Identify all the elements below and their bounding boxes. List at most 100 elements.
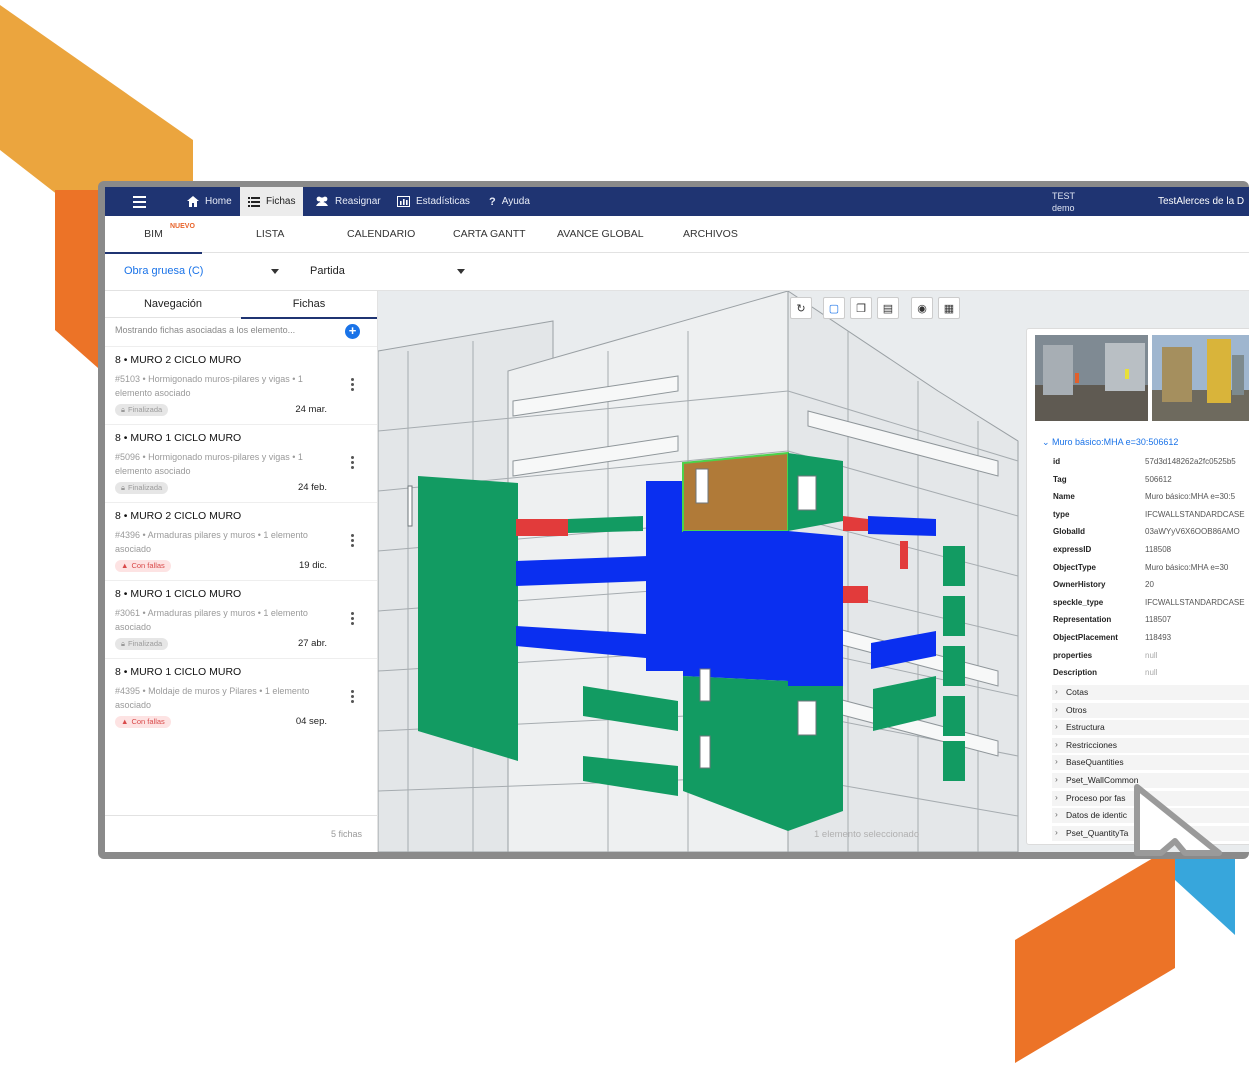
nav-fichas[interactable]: Fichas (240, 187, 304, 216)
property-value: 118507 (1145, 615, 1172, 625)
chevron-right-icon: › (1055, 756, 1058, 767)
element-title[interactable]: ⌄ Muro básico:MHA e=30:506612 (1042, 437, 1178, 448)
property-group[interactable]: › Restricciones (1052, 737, 1249, 753)
property-key: Tag (1053, 474, 1067, 484)
property-key: OwnerHistory (1053, 580, 1106, 590)
property-row: ObjectPlacement 118493 (1053, 630, 1249, 647)
ficha-title: 8 • MURO 1 CICLO MURO (115, 588, 242, 600)
property-group-label: BaseQuantities (1066, 757, 1124, 768)
nav-estadisticas[interactable]: Estadísticas (397, 187, 470, 216)
ficha-description: #4396 • Armaduras pilares y muros • 1 el… (115, 530, 308, 554)
chevron-right-icon: › (1055, 791, 1058, 802)
ficha-date: 24 feb. (297, 482, 327, 493)
more-options-icon[interactable] (351, 456, 354, 471)
section-icon[interactable]: ▤ (877, 297, 899, 319)
lock-icon: 🔒︎ (121, 483, 125, 492)
ficha-date: 04 sep. (295, 716, 327, 727)
status-label: Con fallas (131, 561, 165, 570)
nav-home[interactable]: Home (187, 187, 232, 216)
tab-carta-gantt[interactable]: CARTA GANTT (453, 216, 526, 252)
property-value: 118508 (1145, 545, 1172, 554)
hide-eye-icon[interactable]: ◉ (911, 297, 933, 319)
ficha-description: #3061 • Armaduras pilares y muros • 1 el… (115, 608, 308, 632)
add-ficha-button[interactable]: + (345, 324, 360, 339)
more-options-icon[interactable] (351, 378, 354, 393)
status-label: Finalizada (128, 405, 163, 414)
ficha-card[interactable]: 8 • MURO 1 CICLO MURO #3061 • Armaduras p… (105, 580, 377, 659)
ficha-card[interactable]: 8 • MURO 2 CICLO MURO #5103 • Hormigonado… (105, 346, 377, 425)
more-options-icon[interactable] (351, 534, 354, 549)
property-value: 20 (1145, 580, 1154, 590)
tab-lista[interactable]: LISTA (256, 216, 284, 252)
ficha-description: #4395 • Moldaje de muros y Pilares • 1 e… (115, 686, 310, 710)
ficha-card[interactable]: 8 • MURO 1 CICLO MURO #5096 • Hormigonado… (105, 424, 377, 503)
tab-avance-global[interactable]: AVANCE GLOBAL (557, 216, 644, 252)
property-row: Description null (1053, 665, 1249, 682)
ficha-date: 24 mar. (295, 404, 327, 415)
property-group[interactable]: › Cotas (1052, 685, 1249, 700)
nav-ayuda-label: Ayuda (501, 196, 530, 207)
property-row: OwnerHistory 20 (1053, 577, 1249, 594)
tab-fichas[interactable]: Fichas (241, 291, 377, 319)
property-group-label: Cotas (1066, 687, 1089, 697)
chevron-right-icon: › (1055, 774, 1058, 784)
cursor-arrow-icon (1134, 784, 1222, 856)
property-row: properties null (1053, 648, 1249, 665)
view-tabs: BIM NUEVO LISTA CALENDARIO CARTA GANTT A… (105, 216, 1249, 254)
more-options-icon[interactable] (351, 612, 354, 627)
property-row: expressID 118508 (1053, 542, 1249, 559)
chevron-down-icon[interactable] (457, 269, 465, 274)
top-navigation-bar: Home Fichas Reasignar Estadísticas ? Ayu… (105, 187, 1249, 216)
property-group[interactable]: › BaseQuantities (1052, 755, 1249, 771)
partida-select[interactable]: Partida (310, 265, 345, 277)
property-row: speckle_type IFCWALLSTANDARDCASE (1053, 595, 1249, 612)
property-row: type IFCWALLSTANDARDCASE (1053, 507, 1249, 524)
tab-bim[interactable]: BIM NUEVO (105, 216, 202, 254)
copy-icon[interactable]: ❐ (850, 297, 872, 319)
property-key: id (1053, 457, 1061, 466)
site-photo-1[interactable] (1035, 335, 1148, 421)
property-group-label: Proceso por fas (1066, 792, 1126, 803)
property-value: IFCWALLSTANDARDCASE (1145, 597, 1245, 607)
properties-panel: ⌄ Muro básico:MHA e=30:506612 id 57d3d148… (1026, 328, 1249, 845)
nav-ayuda[interactable]: ? Ayuda (489, 187, 530, 216)
property-key: Name (1053, 492, 1075, 502)
status-badge: 🔒︎ Finalizada (115, 404, 169, 416)
property-group-label: Otros (1066, 704, 1087, 715)
property-key: type (1053, 509, 1070, 519)
user-info[interactable]: TEST demo (1052, 190, 1075, 214)
property-group-label: Estructura (1066, 722, 1105, 733)
tab-navegacion[interactable]: Navegación (105, 291, 241, 317)
panel-info-text: Mostrando fichas asociadas a los element… (115, 325, 296, 335)
hamburger-menu-icon[interactable] (133, 196, 146, 208)
tab-archivos[interactable]: ARCHIVOS (683, 216, 738, 252)
reset-view-icon[interactable]: ↻ (790, 297, 812, 319)
ficha-card[interactable]: 8 • MURO 1 CICLO MURO #4395 • Moldaje de … (105, 658, 377, 737)
status-badge: ▲ Con fallas (115, 716, 171, 728)
fichas-count: 5 fichas (331, 829, 363, 839)
drag-handle-icon[interactable]: ⠿ (378, 565, 379, 576)
organization-selector[interactable]: TestAlerces de la D (1158, 196, 1244, 207)
bim-3d-viewer[interactable]: ⠿ ↻ ▢ ❐ ▤ ◉ ▦ 1 elemento seleccionado (378, 291, 1249, 852)
ficha-title: 8 • MURO 1 CICLO MURO (115, 432, 242, 444)
tab-calendario[interactable]: CALENDARIO (347, 216, 415, 252)
property-key: ObjectPlacement (1053, 633, 1118, 642)
chevron-down-icon[interactable] (271, 269, 279, 274)
more-options-icon[interactable] (351, 690, 354, 705)
home-icon (187, 196, 199, 207)
obra-select[interactable]: Obra gruesa (C) (124, 265, 203, 277)
select-box-icon[interactable]: ▢ (823, 297, 845, 319)
property-group[interactable]: › Otros (1052, 702, 1249, 718)
ficha-date: 19 dic. (299, 560, 327, 571)
site-photo-2[interactable] (1152, 335, 1249, 421)
isolate-icon[interactable]: ▦ (938, 297, 960, 319)
lock-icon: 🔒︎ (121, 405, 125, 414)
nav-reasignar[interactable]: Reasignar (315, 187, 381, 216)
selection-status: 1 elemento seleccionado (814, 829, 920, 840)
property-value: null (1145, 650, 1158, 660)
ficha-card[interactable]: 8 • MURO 2 CICLO MURO #4396 • Armaduras p… (105, 502, 377, 581)
property-value: Muro básico:MHA e=30:5 (1145, 492, 1236, 502)
user-role: demo (1052, 203, 1075, 213)
chevron-right-icon: › (1055, 686, 1058, 696)
property-group[interactable]: › Estructura (1052, 720, 1249, 736)
